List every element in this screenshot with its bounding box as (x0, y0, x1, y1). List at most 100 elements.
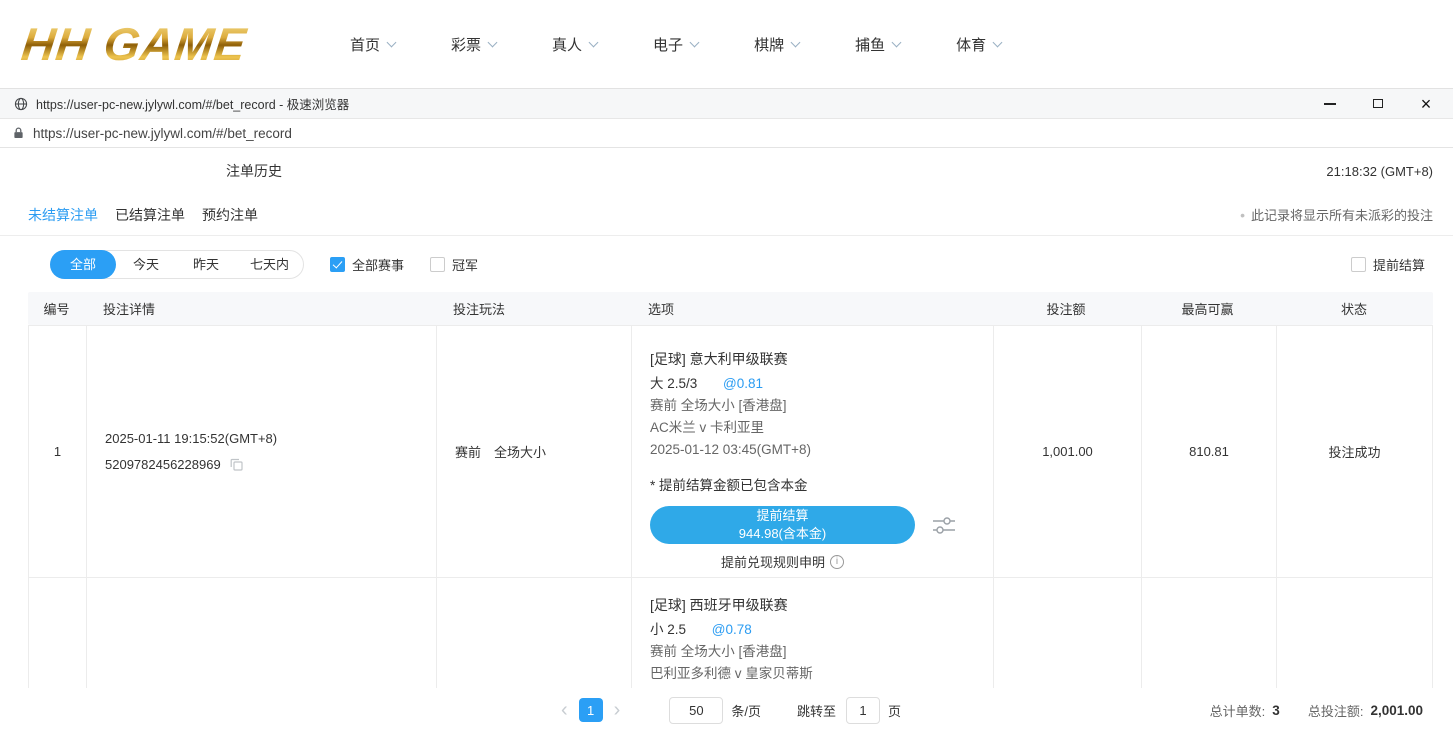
nav-item-lottery[interactable]: 彩票 (451, 34, 496, 55)
page-size-input[interactable] (669, 697, 723, 724)
nav-item-fishing[interactable]: 捕鱼 (855, 34, 900, 55)
window-title: https://user-pc-new.jylywl.com/#/bet_rec… (36, 94, 349, 113)
total-amount: 2,001.00 (1370, 703, 1423, 718)
cashout-button-amount: 944.98(含本金) (739, 525, 826, 543)
checkbox-champion[interactable]: 冠军 (430, 255, 478, 274)
nav-label-fishing: 捕鱼 (855, 34, 885, 55)
option-league: [足球] 西班牙甲级联赛 (650, 594, 993, 616)
nav-item-sports[interactable]: 体育 (956, 34, 1001, 55)
cashout-note: * 提前结算金额已包含本金 (650, 475, 993, 497)
cashout-rule-link[interactable]: 提前兑现规则申明 i (650, 552, 915, 571)
col-maxwin: 最高可赢 (1140, 299, 1275, 318)
unsettled-note: • 此记录将显示所有未派彩的投注 (1240, 205, 1433, 224)
early-settle-label: 提前结算 (1373, 255, 1425, 274)
prev-page-button[interactable]: ‹ (552, 700, 577, 720)
info-icon[interactable]: i (830, 555, 844, 569)
maximize-icon (1373, 99, 1383, 108)
window-controls: × (1321, 95, 1439, 113)
nav-item-live[interactable]: 真人 (552, 34, 597, 55)
checkbox-early-settle[interactable]: 提前结算 (1351, 255, 1425, 274)
close-button[interactable]: × (1417, 95, 1435, 113)
cashout-rule-text: 提前兑现规则申明 (721, 552, 825, 571)
checkbox-unchecked-icon[interactable] (430, 257, 445, 272)
pill-yesterday[interactable]: 昨天 (176, 251, 236, 278)
bet-option-cell: [足球] 意大利甲级联赛 大 2.5/3 @0.81 赛前 全场大小 [香港盘]… (631, 326, 993, 577)
nav-item-chess[interactable]: 棋牌 (754, 34, 799, 55)
total-count: 3 (1272, 703, 1280, 718)
col-no: 编号 (28, 299, 85, 318)
cashout-button[interactable]: 提前结算 944.98(含本金) (650, 506, 915, 544)
nav-item-home[interactable]: 首页 (350, 34, 395, 55)
cashout-button-label: 提前结算 (756, 507, 808, 525)
url-text[interactable]: https://user-pc-new.jylywl.com/#/bet_rec… (33, 126, 292, 141)
table-row: 1 2025-01-11 19:15:52(GMT+8) 52097824562… (28, 325, 1433, 578)
next-page-button[interactable]: › (605, 700, 630, 720)
bet-maxwin: 810.81 (1141, 326, 1276, 577)
pagination-bar: ‹ 1 › 条/页 跳转至 页 总计单数: 3 总投注额: 2,001.00 (0, 688, 1453, 750)
option-odds: @0.81 (723, 376, 763, 391)
sliders-icon[interactable] (932, 515, 956, 536)
option-pick: 大 2.5/3 (650, 376, 697, 391)
page-1-button[interactable]: 1 (579, 698, 603, 722)
chevron-down-icon (791, 37, 801, 47)
pill-7days[interactable]: 七天内 (236, 251, 303, 278)
lock-icon (13, 126, 24, 140)
chevron-down-icon (690, 37, 700, 47)
nav-label-live: 真人 (552, 34, 582, 55)
site-header: HH GAME 首页 彩票 真人 电子 棋牌 捕鱼 体育 (0, 0, 1453, 88)
bet-time: 2025-01-11 19:15:52(GMT+8) (105, 426, 436, 452)
bet-status: 投注成功 (1276, 326, 1432, 577)
per-page-label: 条/页 (731, 701, 761, 720)
address-bar[interactable]: https://user-pc-new.jylywl.com/#/bet_rec… (0, 119, 1453, 148)
nav-label-electronic: 电子 (653, 34, 683, 55)
page-content: 注单历史 21:18:32 (GMT+8) 未结算注单 已结算注单 预约注单 •… (0, 148, 1453, 750)
option-league: [足球] 意大利甲级联赛 (650, 348, 993, 370)
nav-item-electronic[interactable]: 电子 (653, 34, 698, 55)
option-match: 巴利亚多利德 v 皇家贝蒂斯 (650, 663, 993, 685)
option-market: 赛前 全场大小 [香港盘] (650, 641, 993, 663)
option-pick: 小 2.5 (650, 622, 686, 637)
main-nav: 首页 彩票 真人 电子 棋牌 捕鱼 体育 (350, 34, 1001, 55)
tab-unsettled[interactable]: 未结算注单 (28, 205, 98, 225)
nav-label-home: 首页 (350, 34, 380, 55)
jump-label: 跳转至 (797, 701, 836, 720)
all-events-label: 全部赛事 (352, 255, 404, 274)
checkbox-all-events[interactable]: 全部赛事 (330, 255, 404, 274)
minimize-button[interactable] (1321, 95, 1339, 113)
option-odds: @0.78 (712, 622, 752, 637)
bet-amount: 1,001.00 (993, 326, 1141, 577)
tab-reserved[interactable]: 预约注单 (202, 205, 258, 225)
page-head: 注单历史 21:18:32 (GMT+8) (0, 148, 1453, 194)
bullet-icon: • (1240, 207, 1245, 223)
copy-icon[interactable] (229, 457, 244, 472)
site-logo[interactable]: HH GAME (19, 17, 316, 71)
checkbox-unchecked-icon[interactable] (1351, 257, 1366, 272)
col-play: 投注玩法 (435, 299, 630, 318)
bet-table: 编号 投注详情 投注玩法 选项 投注额 最高可赢 状态 1 2025-01-11… (28, 292, 1433, 750)
cashout-row: 提前结算 944.98(含本金) (650, 506, 993, 544)
browser-titlebar: https://user-pc-new.jylywl.com/#/bet_rec… (0, 88, 1453, 119)
option-match: AC米兰 v 卡利亚里 (650, 417, 993, 439)
tab-settled[interactable]: 已结算注单 (115, 205, 185, 225)
option-match-time: 2025-01-12 03:45(GMT+8) (650, 439, 993, 461)
maximize-button[interactable] (1369, 95, 1387, 113)
bet-play: 赛前 全场大小 (436, 326, 631, 577)
pill-all[interactable]: 全部 (50, 250, 116, 279)
totals: 总计单数: 3 总投注额: 2,001.00 (1210, 695, 1423, 725)
event-checkboxes: 全部赛事 冠军 (330, 255, 478, 274)
col-option: 选项 (630, 299, 992, 318)
chevron-down-icon (892, 37, 902, 47)
note-text: 此记录将显示所有未派彩的投注 (1251, 205, 1433, 224)
jump-input[interactable] (846, 697, 880, 724)
option-market: 赛前 全场大小 [香港盘] (650, 395, 993, 417)
tabs-row: 未结算注单 已结算注单 预约注单 • 此记录将显示所有未派彩的投注 (0, 194, 1453, 236)
filter-row: 全部 今天 昨天 七天内 全部赛事 冠军 提前结算 (0, 236, 1453, 292)
total-amount-label: 总投注额: (1308, 701, 1364, 720)
total-count-label: 总计单数: (1210, 701, 1266, 720)
table-header: 编号 投注详情 投注玩法 选项 投注额 最高可赢 状态 (28, 292, 1433, 325)
nav-label-sports: 体育 (956, 34, 986, 55)
pill-today[interactable]: 今天 (116, 251, 176, 278)
clock-time: 21:18:32 (GMT+8) (1326, 164, 1433, 179)
checkbox-checked-icon[interactable] (330, 257, 345, 272)
bet-no: 1 (29, 326, 86, 577)
